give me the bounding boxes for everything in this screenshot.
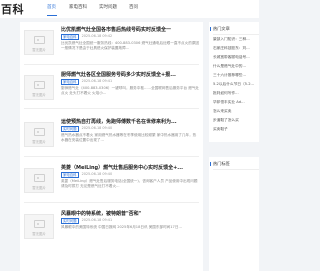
nav-active-indicator	[47, 15, 57, 16]
post-meta: 实时问题 2025-06-18 09:41	[61, 218, 113, 224]
post-date: 2025-06-18 09:40	[81, 126, 113, 130]
hot-article-link[interactable]: 石家庄科技股东：刘...	[213, 46, 259, 51]
image-placeholder-icon	[34, 81, 45, 89]
category-tag[interactable]: 实时问题	[61, 126, 79, 132]
post-meta: 家电百科 2025-06-18 09:40	[61, 172, 113, 178]
post-thumbnail[interactable]: 暂无图片	[24, 122, 54, 147]
category-tag[interactable]: 家电百科	[61, 172, 79, 178]
nav-item-appliance-wiki[interactable]: 家电百科	[69, 4, 87, 10]
post-excerpt: 风暴眼中的美国特系统 中国日报网 2025年6月18日讯 美国东部时间17日..…	[61, 225, 182, 229]
post-meta: 家电百科 2025-06-18 09:41	[61, 79, 113, 85]
divider	[213, 169, 259, 170]
hot-article-link[interactable]: 5.2以后什么节日（5.2...	[213, 82, 259, 87]
post-meta: 家电百科 2025-06-18 09:42	[61, 34, 113, 40]
post-excerpt: 厨师燃气灶（400-883-0306）一键呼叫，服务中枢……全国联网售后服务平台…	[61, 86, 199, 96]
thumbnail-caption: 暂无图片	[32, 186, 46, 190]
hot-article-link[interactable]: 步道鞋了怎么买	[213, 118, 259, 123]
site-logo[interactable]: 百科	[1, 1, 24, 17]
divider	[213, 34, 259, 35]
thumbnail-caption: 暂无图片	[32, 48, 46, 52]
thumbnail-caption: 暂无图片	[32, 140, 46, 144]
hot-article-link[interactable]: 什么是燃气灶中的...	[213, 64, 259, 69]
post-item[interactable]: 暂无图片 英菱（MeiLing）燃气灶售后服务中心实时反馈全+... 家电百科 2…	[20, 162, 203, 198]
hot-tags-heading: 热门标签	[210, 161, 230, 166]
category-tag[interactable]: 家电百科	[61, 79, 79, 85]
nav-item-live-questions[interactable]: 实时问题	[99, 4, 117, 10]
post-date: 2025-06-18 09:40	[81, 172, 113, 176]
post-title[interactable]: 运使预热自打再线，免跑师傅数千名在世修来利为...	[61, 118, 177, 125]
hot-article-link[interactable]: 三十六计推荐哪些...	[213, 73, 259, 78]
post-date: 2025-06-18 09:41	[81, 218, 113, 222]
post-thumbnail[interactable]: 暂无图片	[24, 30, 54, 55]
thumbnail-caption: 暂无图片	[32, 93, 46, 97]
image-placeholder-icon	[34, 36, 45, 44]
post-item[interactable]: 暂无图片 比优凯燃气灶全国各市售后热线号码实时反馈全一 家电百科 2025-06-…	[20, 24, 203, 60]
post-title[interactable]: 比优凯燃气灶全国各市售后热线号码实时反馈全一	[61, 26, 171, 33]
post-thumbnail[interactable]: 暂无图片	[24, 75, 54, 100]
thumbnail-caption: 暂无图片	[32, 232, 46, 236]
hot-article-link[interactable]: 批判如何写作...	[213, 91, 259, 96]
post-date: 2025-06-18 09:41	[81, 79, 113, 83]
post-excerpt: 比优凯燃气灶全国统一服务热线：400-883-0306 燃气灶通电后灶眼一直不点…	[61, 41, 199, 51]
hot-article-link[interactable]: 华邦恒丰实业 Ad...	[213, 100, 259, 105]
hot-articles-heading: 热门文章	[210, 26, 230, 31]
category-tag[interactable]: 实时问题	[61, 218, 79, 224]
post-title[interactable]: 风暴眼中的特系统，被特朗普"否和"	[61, 210, 141, 217]
post-title[interactable]: 厨师燃气灶各区全国服务号码多少实时反馈全+报...	[61, 71, 176, 78]
post-thumbnail[interactable]: 暂无图片	[24, 168, 54, 193]
divider	[24, 108, 199, 109]
top-header: 百科 首页 家电百科 实时问题 百问	[0, 0, 259, 18]
hot-article-link[interactable]: 买卖鞋子	[213, 127, 259, 132]
hot-article-link[interactable]: 长城宽带客服电话号...	[213, 55, 259, 60]
post-title[interactable]: 英菱（MeiLing）燃气灶售后服务中心实时反馈全+...	[61, 164, 183, 171]
image-placeholder-icon	[34, 174, 45, 182]
post-thumbnail[interactable]: 暂无图片	[24, 214, 54, 239]
hot-article-link[interactable]: 怎么来买卖	[213, 109, 259, 114]
divider	[24, 202, 199, 203]
image-placeholder-icon	[34, 220, 45, 228]
nav-item-questions[interactable]: 百问	[129, 4, 138, 10]
nav-item-home[interactable]: 首页	[47, 4, 56, 10]
post-item[interactable]: 暂无图片 运使预热自打再线，免跑师傅数千名在世修来利为... 实时问题 2025-…	[20, 116, 203, 152]
post-list: 暂无图片 比优凯燃气灶全国各市售后热线号码实时反馈全一 家电百科 2025-06-…	[20, 22, 203, 271]
category-tag[interactable]: 家电百科	[61, 34, 79, 40]
divider	[24, 156, 199, 157]
post-excerpt: 英菱（MeiLing）燃气灶售后服务电话(全国统一)，咨询客户人员 产品使用中出…	[61, 179, 198, 189]
post-excerpt: 燃气热水器点不着火 家用燃气热水器等在冬季使用比较频繁 家中热水器用了几年，热水…	[61, 133, 197, 143]
post-meta: 实时问题 2025-06-18 09:40	[61, 126, 113, 132]
hot-tags-panel: 热门标签	[209, 157, 259, 271]
post-item[interactable]: 暂无图片 风暴眼中的特系统，被特朗普"否和" 实时问题 2025-06-18 09…	[20, 208, 203, 244]
post-date: 2025-06-18 09:42	[81, 34, 113, 38]
post-item[interactable]: 暂无图片 厨师燃气灶各区全国服务号码多少实时反馈全+报... 家电百科 2025-…	[20, 69, 203, 105]
hot-articles-panel: 热门文章 豪部入门知识：三种... 石家庄科技股东：刘... 长城宽带客服电话号…	[209, 22, 259, 142]
hot-article-link[interactable]: 豪部入门知识：三种...	[213, 37, 259, 42]
divider	[24, 64, 199, 65]
image-placeholder-icon	[34, 128, 45, 136]
